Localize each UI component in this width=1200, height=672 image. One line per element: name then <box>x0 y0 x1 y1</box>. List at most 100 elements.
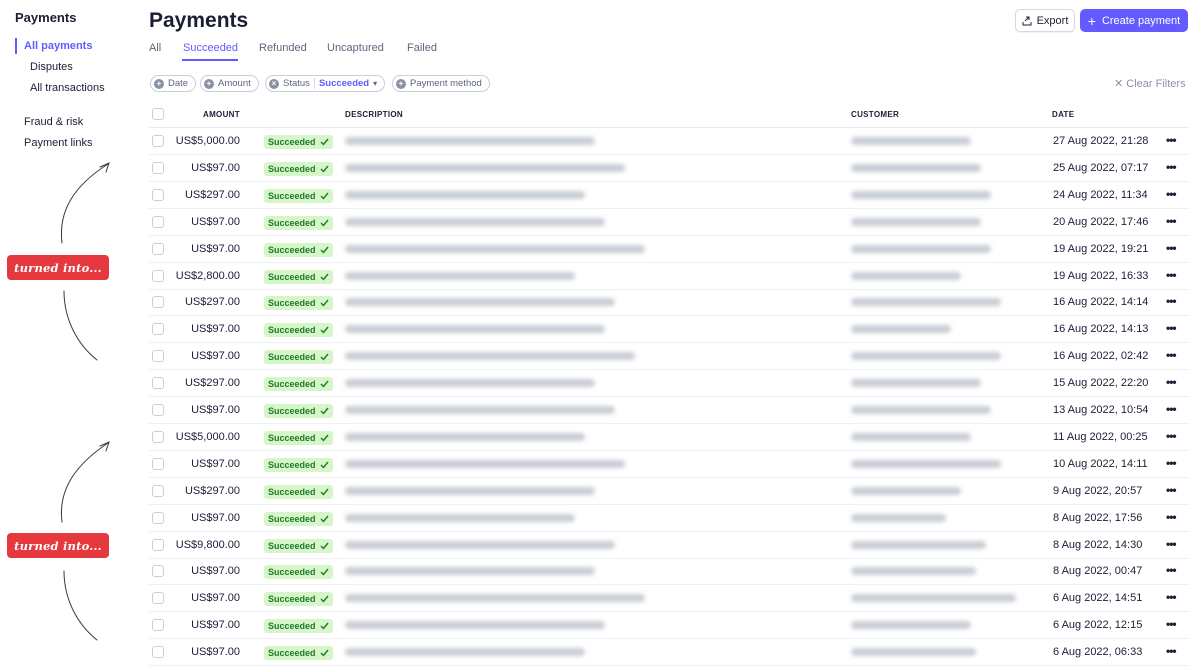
table-row[interactable]: US$97.00 Succeeded 6 Aug 2022, 06:33 ••• <box>149 639 1189 667</box>
date-cell: 25 Aug 2022, 07:17 <box>1053 161 1149 174</box>
status-badge: Succeeded <box>264 296 333 311</box>
more-actions-icon[interactable]: ••• <box>1166 214 1177 228</box>
amount-cell: US$97.00 <box>191 619 240 632</box>
more-actions-icon[interactable]: ••• <box>1166 590 1177 604</box>
more-actions-icon[interactable]: ••• <box>1166 268 1177 282</box>
sidebar-item-all-transactions[interactable]: All transactions <box>30 82 105 94</box>
row-checkbox[interactable] <box>152 619 164 632</box>
row-checkbox[interactable] <box>152 565 164 578</box>
sidebar-item-all-payments[interactable]: All payments <box>24 40 92 52</box>
row-checkbox[interactable] <box>152 161 164 174</box>
row-checkbox[interactable] <box>152 484 164 497</box>
table-row[interactable]: US$97.00 Succeeded 8 Aug 2022, 00:47 ••• <box>149 558 1189 586</box>
row-checkbox[interactable] <box>152 404 164 416</box>
select-all-checkbox[interactable] <box>152 108 164 120</box>
table-row[interactable]: US$297.00 Succeeded 24 Aug 2022, 11:34 ••• <box>149 182 1189 209</box>
sidebar-item-payment-links[interactable]: Payment links <box>24 137 92 149</box>
more-actions-icon[interactable]: ••• <box>1166 402 1177 416</box>
table-row[interactable]: US$97.00 Succeeded 6 Aug 2022, 12:15 ••• <box>149 612 1189 640</box>
row-checkbox[interactable] <box>152 188 164 201</box>
table-row[interactable]: US$97.00 Succeeded 8 Aug 2022, 17:56 ••• <box>149 505 1189 532</box>
column-description: DESCRIPTION <box>345 110 403 119</box>
add-icon: + <box>154 78 164 89</box>
more-actions-icon[interactable]: ••• <box>1166 241 1177 255</box>
more-actions-icon[interactable]: ••• <box>1166 456 1177 470</box>
table-row[interactable]: US$2,800.00 Succeeded 19 Aug 2022, 16:33 ••… <box>149 263 1189 290</box>
more-actions-icon[interactable]: ••• <box>1166 537 1177 551</box>
more-actions-icon[interactable]: ••• <box>1166 510 1177 524</box>
status-badge-label: Succeeded <box>268 271 316 282</box>
row-checkbox[interactable] <box>152 592 164 605</box>
tab-refunded[interactable]: Refunded <box>259 42 307 54</box>
more-actions-icon[interactable]: ••• <box>1166 375 1177 389</box>
table-row[interactable]: US$297.00 Succeeded 15 Aug 2022, 22:20 ••• <box>149 370 1189 398</box>
table-row[interactable]: US$97.00 Succeeded 16 Aug 2022, 14:13 ••• <box>149 316 1189 344</box>
create-payment-button[interactable]: + Create payment <box>1080 9 1188 32</box>
filter-date[interactable]: + Date <box>150 75 197 92</box>
sidebar: Payments All payments Disputes All trans… <box>0 0 130 672</box>
status-badge-label: Succeeded <box>268 244 316 255</box>
row-checkbox[interactable] <box>152 350 164 363</box>
more-actions-icon[interactable]: ••• <box>1166 294 1177 308</box>
filter-payment-method[interactable]: + Payment method <box>392 75 490 92</box>
tab-failed[interactable]: Failed <box>407 42 437 54</box>
row-checkbox[interactable] <box>152 296 164 309</box>
filter-amount[interactable]: + Amount <box>200 75 259 92</box>
status-badge-label: Succeeded <box>268 379 316 390</box>
tab-uncaptured[interactable]: Uncaptured <box>327 42 384 54</box>
table-row[interactable]: US$5,000.00 Succeeded 11 Aug 2022, 00:25 ••… <box>149 424 1189 451</box>
date-cell: 9 Aug 2022, 20:57 <box>1053 484 1143 497</box>
row-checkbox[interactable] <box>152 646 164 659</box>
table-row[interactable]: US$97.00 Succeeded 6 Aug 2022, 14:51 ••• <box>149 585 1189 613</box>
row-checkbox[interactable] <box>152 269 164 282</box>
amount-cell: US$297.00 <box>184 377 240 390</box>
more-actions-icon[interactable]: ••• <box>1166 321 1177 335</box>
more-actions-icon[interactable]: ••• <box>1166 348 1177 362</box>
remove-icon[interactable]: × <box>269 78 279 89</box>
table-row[interactable]: US$97.00 Succeeded 16 Aug 2022, 02:42 ••• <box>149 343 1189 371</box>
more-actions-icon[interactable]: ••• <box>1166 563 1177 577</box>
table-row[interactable]: US$97.00 Succeeded 25 Aug 2022, 07:17 ••• <box>149 155 1189 182</box>
table-row[interactable]: US$297.00 Succeeded 9 Aug 2022, 20:57 ••• <box>149 478 1189 505</box>
more-actions-icon[interactable]: ••• <box>1166 187 1177 201</box>
table-row[interactable]: US$297.00 Succeeded 16 Aug 2022, 14:14 ••• <box>149 289 1189 317</box>
row-checkbox[interactable] <box>152 323 164 336</box>
amount-cell: US$297.00 <box>184 188 240 201</box>
more-actions-icon[interactable]: ••• <box>1166 483 1177 497</box>
more-actions-icon[interactable]: ••• <box>1166 160 1177 174</box>
more-actions-icon[interactable]: ••• <box>1166 133 1177 147</box>
amount-cell: US$5,000.00 <box>175 430 240 443</box>
clear-filters-button[interactable]: ✕ Clear Filters <box>1114 77 1186 90</box>
sidebar-item-fraud-risk[interactable]: Fraud & risk <box>24 116 83 128</box>
more-actions-icon[interactable]: ••• <box>1166 429 1177 443</box>
check-icon <box>320 353 329 361</box>
tab-succeeded[interactable]: Succeeded <box>183 42 238 54</box>
row-checkbox[interactable] <box>152 538 164 551</box>
row-checkbox[interactable] <box>152 215 164 228</box>
row-checkbox[interactable] <box>152 430 164 443</box>
tab-all[interactable]: All <box>149 42 161 54</box>
row-checkbox[interactable] <box>152 377 164 390</box>
filter-status[interactable]: × Status Succeeded ▾ <box>265 75 386 92</box>
table-row[interactable]: US$97.00 Succeeded 10 Aug 2022, 14:11 ••• <box>149 451 1189 478</box>
row-checkbox[interactable] <box>152 135 164 147</box>
table-row[interactable]: US$97.00 Succeeded 13 Aug 2022, 10:54 ••• <box>149 397 1189 424</box>
filter-status-label: Status <box>283 78 310 89</box>
sidebar-active-indicator <box>15 38 17 54</box>
table-row[interactable]: US$97.00 Succeeded 20 Aug 2022, 17:46 ••• <box>149 209 1189 236</box>
table-row[interactable]: US$97.00 Succeeded 19 Aug 2022, 19:21 ••• <box>149 236 1189 263</box>
date-cell: 6 Aug 2022, 06:33 <box>1053 646 1143 659</box>
status-badge: Succeeded <box>264 592 333 607</box>
description-redacted <box>345 459 625 468</box>
sidebar-item-disputes[interactable]: Disputes <box>30 61 73 73</box>
annotation-label: turned into... <box>7 533 109 558</box>
row-checkbox[interactable] <box>152 511 164 524</box>
more-actions-icon[interactable]: ••• <box>1166 617 1177 631</box>
date-cell: 8 Aug 2022, 00:47 <box>1053 565 1143 578</box>
row-checkbox[interactable] <box>152 242 164 255</box>
export-button[interactable]: Export <box>1015 9 1075 32</box>
more-actions-icon[interactable]: ••• <box>1166 644 1177 658</box>
row-checkbox[interactable] <box>152 457 164 470</box>
table-row[interactable]: US$5,000.00 Succeeded 27 Aug 2022, 21:28 ••… <box>149 128 1189 155</box>
table-row[interactable]: US$9,800.00 Succeeded 8 Aug 2022, 14:30 ••• <box>149 532 1189 559</box>
